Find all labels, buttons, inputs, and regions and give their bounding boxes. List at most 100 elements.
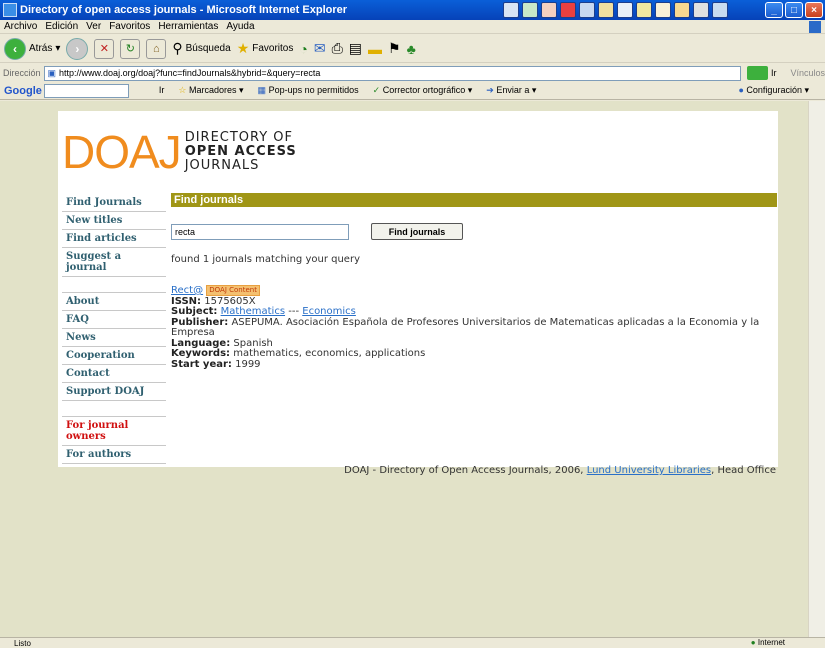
- research-icon[interactable]: ⚑: [388, 40, 401, 57]
- nav-support-doaj[interactable]: Support DOAJ: [62, 383, 166, 401]
- globe-icon: ●: [750, 638, 756, 647]
- go-label[interactable]: Ir: [771, 68, 777, 78]
- menu-herramientas[interactable]: Herramientas: [158, 21, 218, 32]
- nav-news[interactable]: News: [62, 329, 166, 347]
- print-icon[interactable]: ⎙: [332, 40, 343, 57]
- forward-button[interactable]: ›: [66, 37, 89, 60]
- nav-faq[interactable]: FAQ: [62, 311, 166, 329]
- go-button[interactable]: [746, 66, 768, 80]
- subject-link-mathematics[interactable]: Mathematics: [221, 306, 285, 317]
- calendar-icon[interactable]: [598, 2, 614, 18]
- doaj-logo[interactable]: DOAJ DIRECTORY OF OPEN ACCESS JOURNALS: [62, 129, 297, 175]
- bookmarks-button[interactable]: ☆ Marcadores ▾: [178, 85, 243, 96]
- nav-new-titles[interactable]: New titles: [62, 212, 166, 230]
- page-footer: DOAJ - Directory of Open Access Journals…: [344, 465, 776, 476]
- settings-button[interactable]: ● Configuración ▾: [738, 85, 809, 96]
- google-tools: Ir ☆ Marcadores ▾ ▦ Pop-ups no permitido…: [159, 85, 537, 96]
- start-year-row: Start year: 1999: [171, 358, 261, 370]
- send-to-button[interactable]: ➔ Enviar a ▾: [486, 85, 536, 96]
- nav-find-journals[interactable]: Find Journals: [62, 194, 166, 212]
- logo-mark: DOAJ: [62, 126, 182, 178]
- search-button[interactable]: ⚲ Búsqueda: [172, 40, 230, 57]
- star-icon: ★: [236, 40, 250, 56]
- folder-icon[interactable]: ▬: [368, 41, 382, 57]
- back-button[interactable]: ‹ Atrás ▾: [4, 37, 60, 60]
- journal-result: Rect@ DOAJ Content ISSN: 1575605X Subjec…: [171, 285, 777, 370]
- acrobat-icon[interactable]: [560, 2, 576, 18]
- vertical-scrollbar[interactable]: [808, 101, 825, 637]
- spellcheck-button[interactable]: ✓ Corrector ortográfico ▾: [373, 85, 473, 96]
- word-icon[interactable]: [503, 2, 519, 18]
- menu-edicion[interactable]: Edición: [45, 21, 78, 32]
- powerpoint-icon[interactable]: [541, 2, 557, 18]
- messenger-icon[interactable]: [636, 2, 652, 18]
- popup-blocker-button[interactable]: ▦ Pop-ups no permitidos: [258, 85, 359, 96]
- search-form: Find journals: [171, 223, 777, 240]
- history-icon[interactable]: ◔: [299, 41, 307, 57]
- status-bar: Listo ● Internet: [0, 637, 825, 648]
- nav-contact[interactable]: Contact: [62, 365, 166, 383]
- start-year-value: 1999: [235, 358, 261, 370]
- logo-line1: DIRECTORY OF: [184, 130, 294, 145]
- minimize-icon[interactable]: _: [765, 2, 783, 18]
- journal-search-input[interactable]: [171, 223, 349, 240]
- doaj-page: DOAJ DIRECTORY OF OPEN ACCESS JOURNALS F…: [58, 111, 778, 467]
- publisher-value: ASEPUMA. Asociación Española de Profesor…: [171, 316, 760, 338]
- menu-archivo[interactable]: Archivo: [4, 21, 37, 32]
- doaj-content-badge[interactable]: DOAJ Content: [206, 285, 260, 296]
- find-journals-button[interactable]: Find journals: [371, 223, 463, 240]
- menu-ayuda[interactable]: Ayuda: [226, 21, 254, 32]
- nav-suggest-journal[interactable]: Suggest a journal: [62, 248, 166, 277]
- network-icon[interactable]: [617, 2, 633, 18]
- menu-favoritos[interactable]: Favoritos: [109, 21, 150, 32]
- folder-icon[interactable]: [674, 2, 690, 18]
- google-search-input[interactable]: [43, 83, 129, 98]
- stop-button[interactable]: ✕: [94, 38, 115, 59]
- back-arrow-icon: ‹: [4, 37, 26, 60]
- links-label[interactable]: Vínculos: [790, 68, 825, 78]
- close-icon[interactable]: ×: [805, 2, 823, 18]
- refresh-button[interactable]: ↻: [120, 38, 141, 59]
- excel-icon[interactable]: [522, 2, 538, 18]
- google-go-button[interactable]: Ir: [159, 85, 165, 96]
- browser-viewport: DOAJ DIRECTORY OF OPEN ACCESS JOURNALS F…: [0, 101, 825, 637]
- nav-divider: [62, 401, 166, 417]
- nav-find-articles[interactable]: Find articles: [62, 230, 166, 248]
- journal-title-row: Rect@ DOAJ Content: [171, 285, 777, 297]
- outlook-icon[interactable]: [579, 2, 595, 18]
- nav-authors[interactable]: For authors: [62, 446, 166, 464]
- magnifier-icon: ⚲: [172, 40, 183, 56]
- issn-value: 1575605X: [204, 295, 256, 307]
- nav-journal-owners[interactable]: For journal owners: [62, 417, 166, 446]
- nav-cooperation[interactable]: Cooperation: [62, 347, 166, 365]
- address-bar: Dirección ▣ http://www.doaj.org/doaj?fun…: [0, 64, 825, 82]
- status-text: Listo: [14, 638, 31, 648]
- desktop-icon[interactable]: [712, 2, 728, 18]
- logo-text: DIRECTORY OF OPEN ACCESS JOURNALS: [185, 131, 297, 173]
- window-icon[interactable]: [693, 2, 709, 18]
- ie-icon: [3, 3, 17, 17]
- mail-icon[interactable]: ✉: [314, 40, 326, 57]
- address-input[interactable]: ▣ http://www.doaj.org/doaj?func=findJour…: [43, 65, 741, 81]
- subject-link-economics[interactable]: Economics: [302, 306, 356, 317]
- publisher-row: Publisher: ASEPUMA. Asociación Española …: [171, 316, 760, 338]
- menu-ver[interactable]: Ver: [86, 21, 101, 32]
- lund-university-link[interactable]: Lund University Libraries: [587, 465, 711, 476]
- journal-title-link[interactable]: Rect@: [171, 285, 203, 296]
- browser-toolbar: ‹ Atrás ▾ › ✕ ↻ ⌂ ⚲ Búsqueda ★ Favoritos…: [0, 35, 825, 63]
- search-icon[interactable]: [655, 2, 671, 18]
- google-logo[interactable]: Google: [0, 85, 42, 97]
- edit-icon[interactable]: ▤: [349, 40, 362, 57]
- messenger-icon[interactable]: ♣: [407, 41, 416, 57]
- side-navigation: Find Journals New titles Find articles S…: [62, 194, 166, 464]
- favorites-button[interactable]: ★ Favoritos: [237, 40, 294, 57]
- maximize-icon[interactable]: □: [785, 2, 803, 18]
- title-bar: Directory of open access journals - Micr…: [0, 0, 825, 20]
- nav-divider: [62, 277, 166, 293]
- address-url: http://www.doaj.org/doaj?func=findJourna…: [59, 68, 321, 78]
- home-button[interactable]: ⌂: [146, 38, 167, 59]
- security-zone: ● Internet: [750, 638, 785, 647]
- taskbar-icons: [503, 2, 728, 18]
- main-content: Find journals Find journals found 1 jour…: [171, 193, 777, 370]
- nav-about[interactable]: About: [62, 293, 166, 311]
